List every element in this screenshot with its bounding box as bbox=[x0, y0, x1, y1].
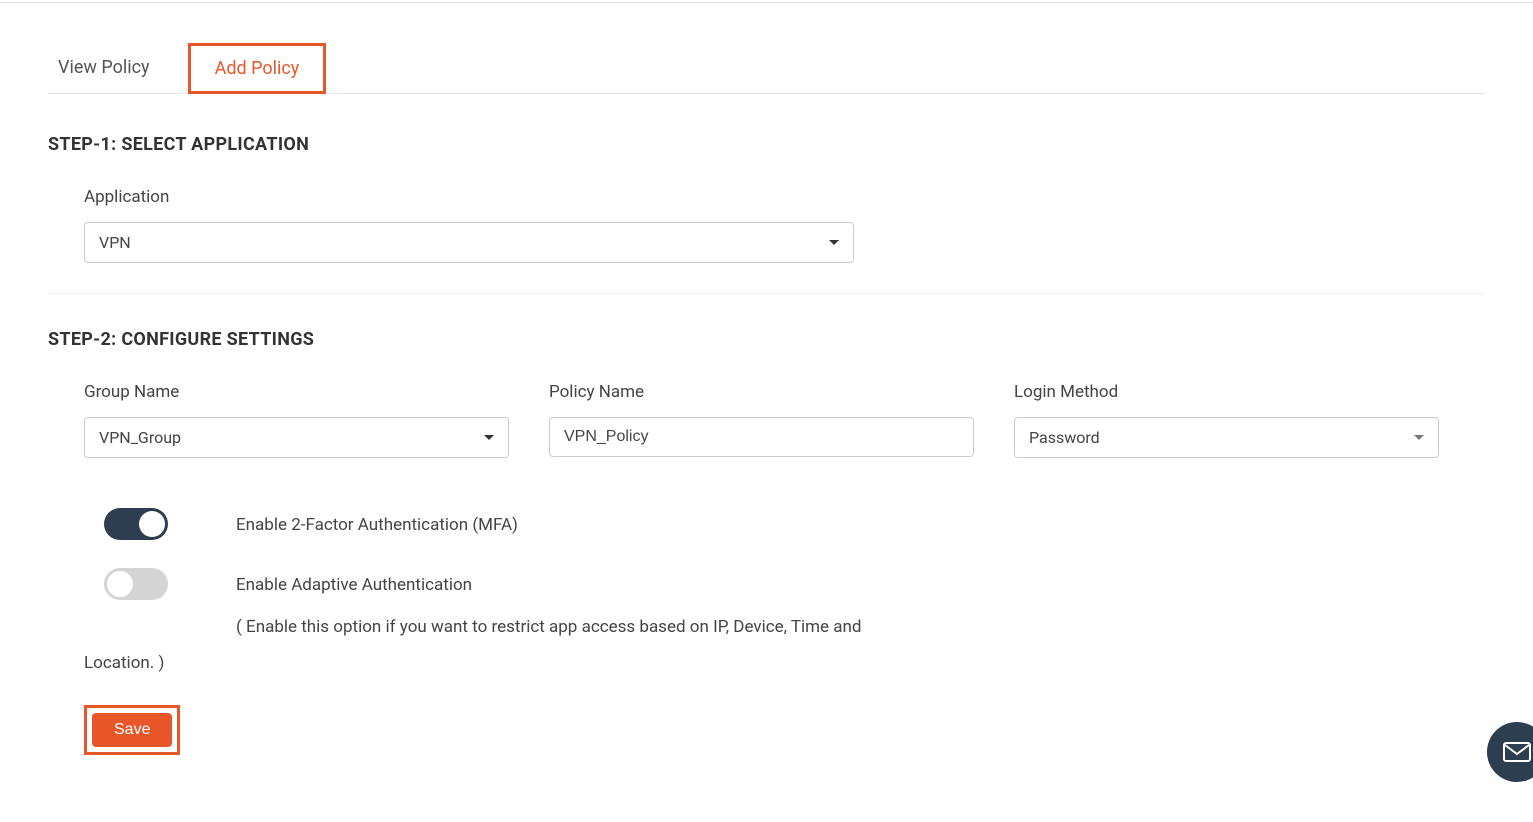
login-method-select[interactable]: Password bbox=[1014, 417, 1439, 458]
mail-icon bbox=[1503, 742, 1531, 762]
chevron-down-icon bbox=[1414, 435, 1424, 440]
application-label: Application bbox=[84, 187, 1485, 207]
tab-view-policy[interactable]: View Policy bbox=[48, 43, 160, 93]
step2-title: STEP-2: CONFIGURE SETTINGS bbox=[48, 329, 1485, 350]
tab-add-policy-label: Add Policy bbox=[215, 58, 300, 79]
application-value: VPN bbox=[99, 233, 131, 252]
adaptive-desc-line1: ( Enable this option if you want to rest… bbox=[236, 614, 1485, 641]
policy-name-label: Policy Name bbox=[549, 382, 974, 402]
toggle-knob bbox=[107, 571, 133, 597]
application-select[interactable]: VPN bbox=[84, 222, 854, 263]
step1-title: STEP-1: SELECT APPLICATION bbox=[48, 134, 1485, 155]
mfa-label: Enable 2-Factor Authentication (MFA) bbox=[236, 512, 1485, 539]
adaptive-label: Enable Adaptive Authentication bbox=[236, 572, 1485, 599]
chat-bubble-button[interactable] bbox=[1487, 722, 1533, 782]
login-method-value: Password bbox=[1029, 428, 1100, 447]
toggle-knob bbox=[139, 511, 165, 537]
adaptive-toggle[interactable] bbox=[104, 568, 168, 600]
save-button[interactable]: Save bbox=[92, 713, 172, 747]
policy-name-input[interactable] bbox=[549, 417, 974, 457]
tab-add-policy[interactable]: Add Policy bbox=[188, 43, 327, 94]
save-button-label: Save bbox=[114, 721, 150, 738]
caret-down-icon bbox=[829, 240, 839, 245]
group-name-value: VPN_Group bbox=[99, 428, 181, 447]
mfa-toggle[interactable] bbox=[104, 508, 168, 540]
caret-down-icon bbox=[484, 435, 494, 440]
login-method-label: Login Method bbox=[1014, 382, 1439, 402]
group-name-select[interactable]: VPN_Group bbox=[84, 417, 509, 458]
adaptive-desc-line2: Location. ) bbox=[84, 653, 1485, 673]
tab-view-policy-label: View Policy bbox=[58, 57, 150, 78]
policy-tabs: View Policy Add Policy bbox=[48, 43, 1485, 94]
group-name-label: Group Name bbox=[84, 382, 509, 402]
